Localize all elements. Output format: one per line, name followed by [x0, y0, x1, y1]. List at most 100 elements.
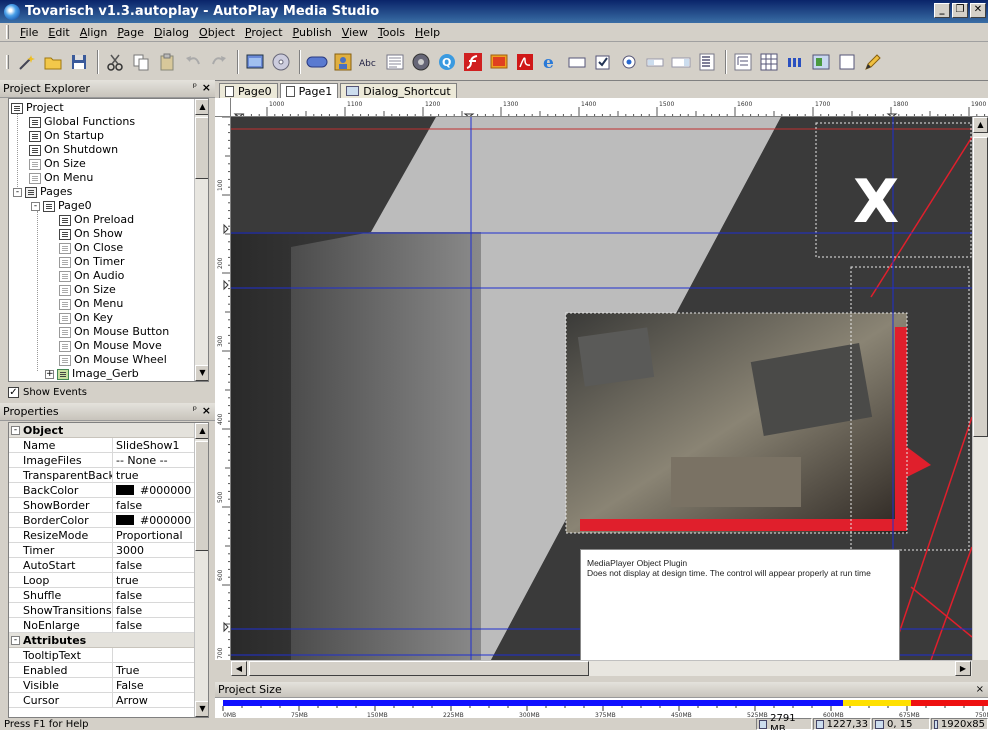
prop-row-visible[interactable]: Visible False [9, 678, 196, 693]
tree-item-on-close[interactable]: On Close [59, 241, 123, 255]
tree-item-on-timer[interactable]: On Timer [59, 255, 125, 269]
menu-align[interactable]: Align [75, 26, 113, 39]
menu-tools[interactable]: Tools [373, 26, 410, 39]
tree-item-on-size[interactable]: On Size [59, 283, 116, 297]
canvas-horizontal-scrollbar[interactable]: ◀ ▶ [231, 660, 972, 676]
web-object-icon[interactable]: Q [435, 50, 459, 74]
tree-item-image-gerb[interactable]: + Image_Gerb [45, 367, 139, 381]
menu-view[interactable]: View [337, 26, 373, 39]
menu-file[interactable]: File [15, 26, 43, 39]
scroll-up-arrow-icon[interactable]: ▲ [973, 117, 988, 133]
tab-page0[interactable]: Page0 [219, 83, 278, 98]
browser-object-icon[interactable]: e [539, 50, 563, 74]
tree-item-on-startup[interactable]: On Startup [29, 129, 104, 143]
menu-object[interactable]: Object [194, 26, 240, 39]
tree-item-project[interactable]: Project [11, 101, 64, 115]
prop-row-cursor[interactable]: Cursor Arrow [9, 693, 196, 708]
tree-item-pages[interactable]: - Pages [13, 185, 72, 199]
pdf-object-icon[interactable] [513, 50, 537, 74]
xbutton-object-icon[interactable] [783, 50, 807, 74]
title-bar[interactable]: Tovarisch v1.3.autoplay - AutoPlay Media… [0, 0, 988, 23]
tree-item-on-mouse-wheel[interactable]: On Mouse Wheel [59, 353, 167, 367]
scroll-thumb[interactable] [973, 137, 988, 437]
scroll-up-arrow-icon[interactable]: ▲ [195, 99, 208, 115]
tree-item-on-size[interactable]: On Size [29, 157, 86, 171]
slideshow-object-icon[interactable] [487, 50, 511, 74]
tab-dialog-shortcut[interactable]: Dialog_Shortcut [340, 83, 457, 98]
close-button[interactable]: ✕ [970, 3, 986, 18]
prop-row-enabled[interactable]: Enabled True [9, 663, 196, 678]
tree-item-on-mouse-button[interactable]: On Mouse Button [59, 325, 169, 339]
category-attributes[interactable]: - Attributes [9, 633, 196, 648]
menu-edit[interactable]: Edit [43, 26, 74, 39]
publish-icon[interactable] [269, 50, 293, 74]
prop-row-autostart[interactable]: AutoStart false [9, 558, 196, 573]
menu-dialog[interactable]: Dialog [149, 26, 194, 39]
grid-object-icon[interactable] [757, 50, 781, 74]
prop-row-resizemode[interactable]: ResizeMode Proportional [9, 528, 196, 543]
combobox-object-icon[interactable] [669, 50, 693, 74]
scroll-thumb[interactable] [249, 661, 589, 676]
tree-item-global-functions[interactable]: Global Functions [29, 115, 135, 129]
radio-object-icon[interactable] [617, 50, 641, 74]
prop-row-showtransitions[interactable]: ShowTransitions false [9, 603, 196, 618]
plugin-object-icon[interactable] [809, 50, 833, 74]
minimize-button[interactable]: _ [934, 3, 950, 18]
collapse-toggle[interactable]: - [31, 201, 40, 211]
tree-item-on-show[interactable]: On Show [59, 227, 123, 241]
progress-object-icon[interactable] [643, 50, 667, 74]
prop-row-loop[interactable]: Loop true [9, 573, 196, 588]
hotspot-object-icon[interactable] [565, 50, 589, 74]
cut-icon[interactable] [103, 50, 127, 74]
scroll-right-arrow-icon[interactable]: ▶ [955, 661, 971, 676]
ruler-marker-icon[interactable] [223, 223, 229, 235]
toolbar-grip[interactable] [6, 54, 9, 69]
button-object-icon[interactable] [305, 50, 329, 74]
category-object[interactable]: - Object [9, 423, 196, 438]
expand-toggle[interactable]: + [45, 369, 54, 379]
pin-icon[interactable]: ᵖ [193, 405, 197, 416]
collapse-toggle[interactable]: - [13, 187, 22, 197]
tree-item-on-shutdown[interactable]: On Shutdown [29, 143, 118, 157]
prop-row-backcolor[interactable]: BackColor #000000 [9, 483, 196, 498]
paste-icon[interactable] [155, 50, 179, 74]
collapse-toggle[interactable]: - [11, 425, 20, 435]
undo-icon[interactable] [181, 50, 205, 74]
pin-icon[interactable]: × [976, 684, 984, 695]
prop-row-name[interactable]: Name SlideShow1 [9, 438, 196, 453]
tree-item-on-key[interactable]: On Key [59, 311, 113, 325]
video-object-icon[interactable] [409, 50, 433, 74]
scroll-thumb[interactable] [195, 117, 208, 179]
pin-icon[interactable]: ᵖ [193, 82, 197, 93]
scroll-down-arrow-icon[interactable]: ▼ [195, 701, 208, 717]
menu-publish[interactable]: Publish [288, 26, 337, 39]
image-object-icon[interactable] [331, 50, 355, 74]
horizontal-ruler[interactable]: 1000 1100 1200 1300 1400 1500 1600 1700 1800 1900 [231, 98, 988, 117]
ruler-marker-icon[interactable] [223, 279, 229, 291]
prop-row-showborder[interactable]: ShowBorder false [9, 498, 196, 513]
collapse-toggle[interactable]: - [11, 635, 20, 645]
label-object-icon[interactable]: Abc [357, 50, 381, 74]
tree-item-page0[interactable]: - Page0 [31, 199, 92, 213]
page-icon[interactable] [243, 50, 267, 74]
redo-icon[interactable] [207, 50, 231, 74]
properties-scrollbar[interactable]: ▲ ▼ [194, 423, 208, 717]
wizard-icon[interactable] [15, 50, 39, 74]
menu-project[interactable]: Project [240, 26, 288, 39]
canvas-vertical-scrollbar[interactable]: ▲ [972, 117, 988, 660]
pencil-icon[interactable] [861, 50, 885, 74]
prop-row-shuffle[interactable]: Shuffle false [9, 588, 196, 603]
tab-page1[interactable]: Page1 [279, 83, 339, 98]
flash-object-icon[interactable] [461, 50, 485, 74]
show-events-checkbox[interactable]: ✓ [8, 386, 19, 398]
tree-item-on-audio[interactable]: On Audio [59, 269, 124, 283]
prop-row-bordercolor[interactable]: BorderColor #000000 [9, 513, 196, 528]
close-x-graphic[interactable]: X [853, 167, 899, 237]
paragraph-object-icon[interactable] [383, 50, 407, 74]
menu-page[interactable]: Page [112, 26, 149, 39]
prop-row-noenlarge[interactable]: NoEnlarge false [9, 618, 196, 633]
checkbox-object-icon[interactable] [591, 50, 615, 74]
prop-row-imagefiles[interactable]: ImageFiles -- None -- [9, 453, 196, 468]
save-icon[interactable] [67, 50, 91, 74]
close-icon[interactable]: × [202, 81, 211, 94]
